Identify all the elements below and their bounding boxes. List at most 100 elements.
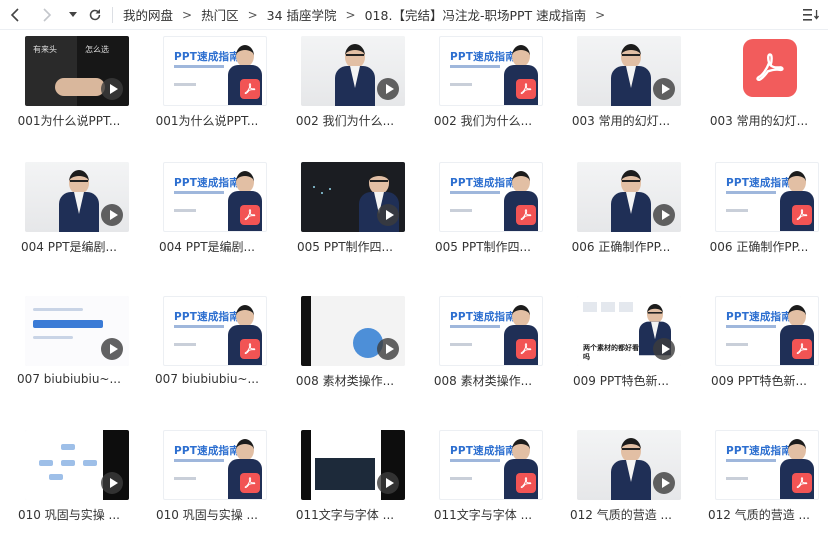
play-icon (377, 204, 399, 226)
file-item-video[interactable]: 004 PPT是编剧... (0, 156, 138, 290)
presenter-figure (59, 170, 99, 232)
file-item-video[interactable]: 两个素材的都好看吗 009 PPT特色新... (552, 290, 690, 424)
pdf-badge-icon (240, 205, 260, 225)
pdf-icon (520, 83, 532, 95)
file-thumbnail (301, 430, 405, 500)
file-item-video[interactable]: 011文字与字体 ... (276, 424, 414, 544)
file-item-pdf[interactable]: PPT速成指南 005 PPT制作四... (414, 156, 552, 290)
play-icon (101, 78, 123, 100)
presenter-figure (611, 438, 651, 500)
file-thumbnail: PPT速成指南 (715, 430, 819, 500)
file-name: 005 PPT制作四... (435, 240, 531, 254)
breadcrumb: 我的网盘 > 热门区 > 34 插座学院 > 018.【完结】冯注龙-职场PPT… (123, 5, 614, 24)
back-button[interactable] (4, 4, 26, 26)
file-thumbnail: 两个素材的都好看吗 (577, 296, 681, 366)
thumbnail-text: 怎么选 (85, 45, 109, 54)
file-thumbnail: 有来头 怎么选 (25, 36, 129, 106)
file-item-pdf[interactable]: PPT速成指南 010 巩固与实操 ... (138, 424, 276, 544)
pdf-badge-icon (516, 339, 536, 359)
file-item-video[interactable]: 012 气质的营造 ... (552, 424, 690, 544)
breadcrumb-dropdown-icon[interactable]: > (595, 8, 605, 22)
file-name: 012 气质的营造 ... (570, 508, 672, 522)
file-item-video[interactable]: 有来头 怎么选 001为什么说PPT... (0, 30, 138, 164)
thumbnail-text: 有来头 (33, 45, 57, 54)
pdf-icon (520, 477, 532, 489)
pdf-icon (520, 209, 532, 221)
navigation-bar: 我的网盘 > 热门区 > 34 插座学院 > 018.【完结】冯注龙-职场PPT… (0, 0, 828, 30)
file-thumbnail (577, 162, 681, 232)
play-icon (377, 472, 399, 494)
file-item-pdf[interactable]: PPT速成指南 001为什么说PPT... (138, 30, 276, 164)
refresh-button[interactable] (84, 4, 106, 26)
file-item-video[interactable]: 006 正确制作PP... (552, 156, 690, 290)
file-item-video[interactable]: 007 biubiubiu~... (0, 290, 138, 424)
breadcrumb-item-current[interactable]: 018.【完结】冯注龙-职场PPT 速成指南 (365, 5, 587, 24)
file-name: 006 正确制作PP... (571, 240, 671, 254)
file-thumbnail (301, 162, 405, 232)
file-item-pdf[interactable]: PPT速成指南 007 biubiubiu~... (138, 290, 276, 424)
file-item-pdf[interactable]: PPT速成指南 008 素材类操作... (414, 290, 552, 424)
play-icon (377, 338, 399, 360)
file-name: 001为什么说PPT... (17, 114, 121, 128)
breadcrumb-item[interactable]: 我的网盘 (123, 5, 173, 24)
pdf-icon (244, 83, 256, 95)
pdf-badge-icon (240, 473, 260, 493)
play-icon (101, 338, 123, 360)
breadcrumb-item[interactable]: 34 插座学院 (267, 5, 337, 24)
breadcrumb-item[interactable]: 热门区 (201, 5, 239, 24)
breadcrumb-separator-icon: > (247, 7, 258, 22)
file-name: 009 PPT特色新... (573, 374, 669, 388)
forward-button[interactable] (36, 4, 58, 26)
presenter-figure (611, 170, 651, 232)
file-thumbnail: PPT速成指南 (715, 162, 819, 232)
file-name: 011文字与字体 ... (433, 508, 533, 522)
file-thumbnail (301, 296, 405, 366)
pdf-badge-icon (516, 473, 536, 493)
file-thumbnail: PPT速成指南 (163, 430, 267, 500)
file-name: 006 正确制作PP... (709, 240, 809, 254)
pdf-icon (756, 53, 784, 82)
file-name: 003 常用的幻灯... (709, 114, 809, 128)
file-thumbnail: PPT速成指南 (163, 36, 267, 106)
thumbnail-text: 两个素材的都好看吗 (583, 344, 639, 361)
file-thumbnail: PPT速成指南 (439, 430, 543, 500)
pdf-badge-icon (516, 205, 536, 225)
file-name: 012 气质的营造 ... (708, 508, 810, 522)
file-thumbnail: PPT速成指南 (439, 296, 543, 366)
file-name: 008 素材类操作... (433, 374, 533, 388)
play-icon (101, 472, 123, 494)
pdf-badge-icon (516, 79, 536, 99)
file-item-pdf[interactable]: PPT速成指南 002 我们为什么... (414, 30, 552, 164)
play-icon (653, 78, 675, 100)
list-view-icon (803, 9, 819, 21)
file-item-video[interactable]: 003 常用的幻灯... (552, 30, 690, 164)
caret-down-icon (69, 11, 77, 17)
file-name: 002 我们为什么... (433, 114, 533, 128)
file-item-pdf[interactable]: PPT速成指南 009 PPT特色新... (690, 290, 828, 424)
file-item-video[interactable]: 008 素材类操作... (276, 290, 414, 424)
file-name: 008 素材类操作... (295, 374, 395, 388)
file-item-pdf[interactable]: 003 常用的幻灯... (690, 30, 828, 164)
file-item-pdf[interactable]: PPT速成指南 011文字与字体 ... (414, 424, 552, 544)
file-name: 009 PPT特色新... (711, 374, 807, 388)
chevron-left-icon (10, 7, 19, 22)
file-thumbnail (301, 36, 405, 106)
file-item-video[interactable]: 005 PPT制作四... (276, 156, 414, 290)
file-item-video[interactable]: 010 巩固与实操 ... (0, 424, 138, 544)
file-thumbnail: PPT速成指南 (715, 296, 819, 366)
pdf-badge-icon (792, 339, 812, 359)
pdf-icon (796, 209, 808, 221)
view-mode-button[interactable] (800, 4, 822, 26)
file-thumbnail (25, 296, 129, 366)
file-item-video[interactable]: 002 我们为什么... (276, 30, 414, 164)
file-item-pdf[interactable]: PPT速成指南 004 PPT是编剧... (138, 156, 276, 290)
file-name: 003 常用的幻灯... (571, 114, 671, 128)
file-name: 011文字与字体 ... (295, 508, 395, 522)
file-item-pdf[interactable]: PPT速成指南 006 正确制作PP... (690, 156, 828, 290)
file-name: 004 PPT是编剧... (159, 240, 255, 254)
file-thumbnail: PPT速成指南 (163, 296, 267, 366)
pdf-badge-icon (792, 473, 812, 493)
file-thumbnail: PPT速成指南 (439, 162, 543, 232)
file-item-pdf[interactable]: PPT速成指南 012 气质的营造 ... (690, 424, 828, 544)
history-dropdown-button[interactable] (66, 4, 80, 26)
